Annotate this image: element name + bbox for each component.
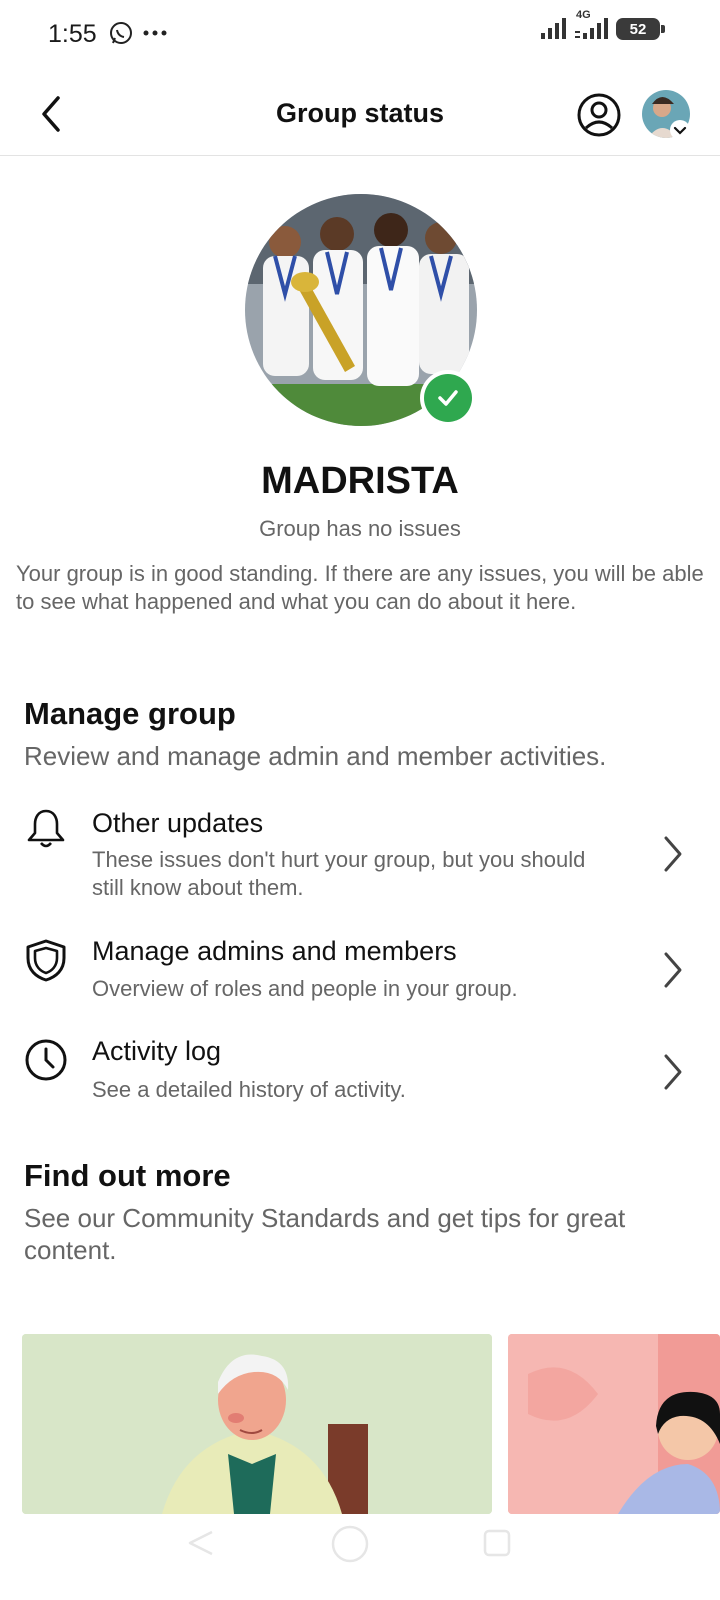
list-item-activity-log[interactable]: Activity log See a detailed history of a… [0, 1034, 720, 1114]
signal-2-icon [575, 18, 608, 39]
community-standards-card[interactable] [22, 1334, 492, 1514]
group-name: MADRISTA [261, 460, 459, 502]
list-item-manage-admins[interactable]: Manage admins and members Overview of ro… [0, 932, 720, 1012]
signal-icon [541, 18, 566, 39]
chevron-down-icon [673, 126, 687, 135]
manage-admins-subtitle: Overview of roles and people in your gro… [92, 976, 518, 1001]
system-navigation-bar [0, 1514, 720, 1600]
nav-back-icon[interactable] [186, 1528, 216, 1558]
activity-log-title: Activity log [92, 1036, 222, 1066]
app-header: Group status [0, 70, 720, 156]
find-out-more-heading: Find out more [24, 1158, 231, 1193]
illustration-elderly-man [22, 1334, 492, 1514]
group-status-description: Your group is in good standing. If there… [16, 561, 704, 614]
status-bar: 1:55 4G 52 [0, 0, 720, 70]
more-icon [143, 30, 167, 36]
chevron-right-icon [664, 1054, 682, 1090]
nav-home-icon[interactable] [330, 1524, 370, 1564]
other-updates-subtitle: These issues don't hurt your group, but … [92, 847, 586, 900]
illustration-woman [508, 1334, 720, 1514]
chevron-right-icon [664, 952, 682, 988]
profile-button[interactable] [576, 92, 622, 138]
activity-log-subtitle: See a detailed history of activity. [92, 1077, 406, 1102]
nav-recents-icon[interactable] [482, 1528, 512, 1558]
verified-badge [420, 370, 476, 426]
manage-admins-title: Manage admins and members [92, 936, 457, 966]
find-out-more-subtitle: See our Community Standards and get tips… [24, 1203, 626, 1265]
list-item-other-updates[interactable]: Other updates These issues don't hurt yo… [0, 800, 720, 910]
other-updates-title: Other updates [92, 808, 264, 838]
manage-group-subtitle: Review and manage admin and member activ… [24, 741, 607, 771]
bell-icon [27, 809, 65, 848]
chevron-right-icon [664, 836, 682, 872]
profile-icon [577, 93, 621, 137]
manage-group-heading: Manage group [24, 696, 236, 731]
account-switch-chevron[interactable] [670, 120, 690, 140]
checkmark-icon [438, 390, 458, 406]
status-time: 1:55 [48, 20, 97, 48]
tips-card[interactable] [508, 1334, 720, 1514]
whatsapp-icon [110, 22, 132, 44]
clock-icon [25, 1039, 67, 1081]
shield-icon [26, 939, 66, 982]
group-status-text: Group has no issues [259, 516, 461, 541]
battery-indicator: 52 [616, 18, 665, 40]
